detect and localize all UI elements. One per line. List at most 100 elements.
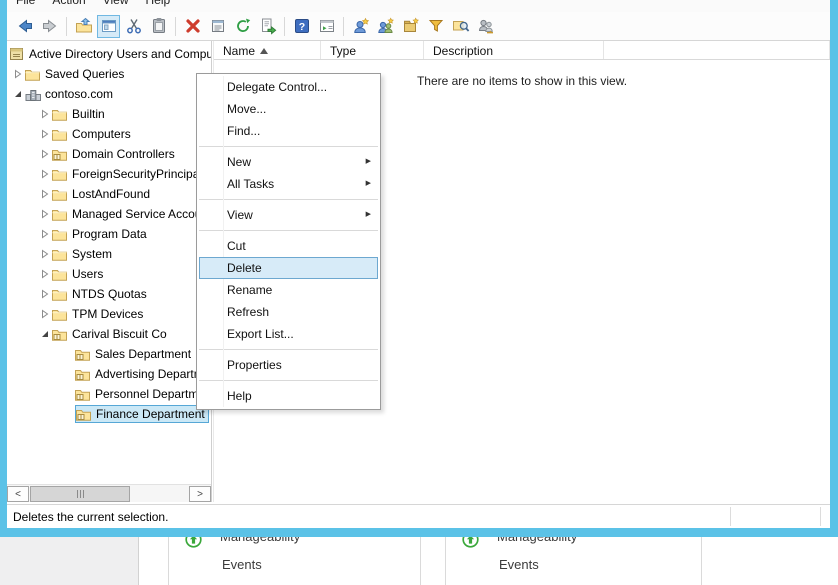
- svg-text:?: ?: [298, 21, 304, 33]
- tree-item-program-data[interactable]: Program Data: [7, 224, 211, 244]
- expander-collapsed-icon[interactable]: [38, 289, 52, 299]
- expander-collapsed-icon[interactable]: [38, 129, 52, 139]
- show-action-pane-icon[interactable]: [315, 15, 338, 38]
- menu-help[interactable]: Help: [146, 0, 171, 7]
- tree-item-foreignsecurityprincipals[interactable]: ForeignSecurityPrincipals: [7, 164, 211, 184]
- folder-icon: [52, 288, 69, 301]
- delegate-control-icon[interactable]: [474, 15, 497, 38]
- expander-collapsed-icon[interactable]: [11, 69, 25, 79]
- tree-item-carival-biscuit-co[interactable]: Carival Biscuit Co: [7, 324, 211, 344]
- tree-item-domain-controllers[interactable]: Domain Controllers: [7, 144, 211, 164]
- tile-events-link[interactable]: Events: [222, 557, 262, 572]
- console-tree-pane: Active Directory Users and Computers Sav…: [7, 41, 211, 484]
- find-icon[interactable]: [449, 15, 472, 38]
- tree-item-builtin[interactable]: Builtin: [7, 104, 211, 124]
- properties-icon[interactable]: [206, 15, 229, 38]
- expander-collapsed-icon[interactable]: [38, 169, 52, 179]
- tree-item-computers[interactable]: Computers: [7, 124, 211, 144]
- menu-item-export-list[interactable]: Export List...: [197, 323, 380, 345]
- list-header: Name Type Description: [214, 41, 830, 60]
- tree-item-label: Computers: [69, 126, 134, 142]
- tree-item-domain[interactable]: contoso.com: [7, 84, 211, 104]
- tree-horizontal-scrollbar[interactable]: < >: [7, 484, 211, 502]
- expander-expanded-icon[interactable]: [38, 329, 52, 339]
- toolbar-separator: [66, 17, 67, 36]
- expander-expanded-icon[interactable]: [11, 89, 25, 99]
- tree-item-managed-service-accounts[interactable]: Managed Service Accounts: [7, 204, 211, 224]
- menu-separator: [199, 349, 378, 350]
- column-header-label: Description: [433, 44, 493, 58]
- submenu-arrow-icon: ▶: [366, 151, 371, 173]
- menu-item-find[interactable]: Find...: [197, 120, 380, 142]
- tree-item-finance-department[interactable]: Finance Department: [7, 404, 211, 424]
- filter-icon[interactable]: [424, 15, 447, 38]
- column-header-blank: [604, 41, 830, 59]
- submenu-arrow-icon: ▶: [366, 173, 371, 195]
- menu-item-cut[interactable]: Cut: [197, 235, 380, 257]
- expander-collapsed-icon[interactable]: [38, 269, 52, 279]
- folder-icon: [52, 108, 69, 121]
- column-header-description[interactable]: Description: [424, 41, 604, 59]
- delete-icon[interactable]: [181, 15, 204, 38]
- tree-item-label: ForeignSecurityPrincipals: [69, 166, 211, 182]
- tile-events-link[interactable]: Events: [499, 557, 539, 572]
- menu-item-properties[interactable]: Properties: [197, 354, 380, 376]
- selected-tree-item[interactable]: Finance Department: [75, 405, 209, 423]
- menu-item-help[interactable]: Help: [197, 385, 380, 407]
- tree-item-label: Builtin: [69, 106, 108, 122]
- menu-item-all-tasks[interactable]: All Tasks▶: [197, 173, 380, 195]
- menu-item-move[interactable]: Move...: [197, 98, 380, 120]
- tree-item-personnel-department[interactable]: Personnel Department: [7, 384, 211, 404]
- refresh-icon[interactable]: [231, 15, 254, 38]
- new-group-icon[interactable]: [374, 15, 397, 38]
- up-one-level-icon[interactable]: [72, 15, 95, 38]
- scroll-left-button[interactable]: <: [7, 486, 29, 502]
- folder-icon: [52, 168, 69, 181]
- menu-item-rename[interactable]: Rename: [197, 279, 380, 301]
- column-header-type[interactable]: Type: [321, 41, 424, 59]
- menu-item-delete[interactable]: Delete: [199, 257, 378, 279]
- back-icon[interactable]: [13, 15, 36, 38]
- expander-collapsed-icon[interactable]: [38, 209, 52, 219]
- tree-item-root[interactable]: Active Directory Users and Computers: [7, 44, 211, 64]
- tree-item-users[interactable]: Users: [7, 264, 211, 284]
- paste-icon[interactable]: [147, 15, 170, 38]
- help-icon[interactable]: ?: [290, 15, 313, 38]
- expander-collapsed-icon[interactable]: [38, 249, 52, 259]
- export-list-icon[interactable]: [256, 15, 279, 38]
- screen: Manageability Events Manageability Event…: [0, 0, 838, 585]
- column-header-name[interactable]: Name: [214, 41, 321, 59]
- menu-file[interactable]: File: [16, 0, 35, 7]
- expander-collapsed-icon[interactable]: [38, 109, 52, 119]
- cut-icon[interactable]: [122, 15, 145, 38]
- menu-view[interactable]: View: [103, 0, 129, 7]
- expander-collapsed-icon[interactable]: [38, 149, 52, 159]
- menu-action[interactable]: Action: [52, 0, 85, 7]
- tree-item-label: Users: [69, 266, 106, 282]
- menu-item-refresh[interactable]: Refresh: [197, 301, 380, 323]
- new-user-icon[interactable]: [349, 15, 372, 38]
- forward-icon[interactable]: [38, 15, 61, 38]
- tree-item-ntds-quotas[interactable]: NTDS Quotas: [7, 284, 211, 304]
- tree-item-lostandfound[interactable]: LostAndFound: [7, 184, 211, 204]
- scrollbar-thumb[interactable]: [30, 486, 130, 502]
- tree-item-advertising-department[interactable]: Advertising Department: [7, 364, 211, 384]
- column-header-label: Type: [330, 44, 356, 58]
- submenu-arrow-icon: ▶: [366, 204, 371, 226]
- tree-item-tpm-devices[interactable]: TPM Devices: [7, 304, 211, 324]
- tree-item-saved-queries[interactable]: Saved Queries: [7, 64, 211, 84]
- expander-collapsed-icon[interactable]: [38, 229, 52, 239]
- menu-item-view[interactable]: View▶: [197, 204, 380, 226]
- expander-collapsed-icon[interactable]: [38, 309, 52, 319]
- menu-item-new[interactable]: New▶: [197, 151, 380, 173]
- ou-folder-icon: [76, 408, 93, 421]
- scroll-right-button[interactable]: >: [189, 486, 211, 502]
- new-organizational-unit-icon[interactable]: [399, 15, 422, 38]
- window-content: File Action View Help: [7, 0, 830, 528]
- column-header-label: Name: [223, 44, 255, 58]
- tree-item-sales-department[interactable]: Sales Department: [7, 344, 211, 364]
- menu-item-delegate-control[interactable]: Delegate Control...: [197, 76, 380, 98]
- tree-item-system[interactable]: System: [7, 244, 211, 264]
- show-console-tree-icon[interactable]: [97, 15, 120, 38]
- expander-collapsed-icon[interactable]: [38, 189, 52, 199]
